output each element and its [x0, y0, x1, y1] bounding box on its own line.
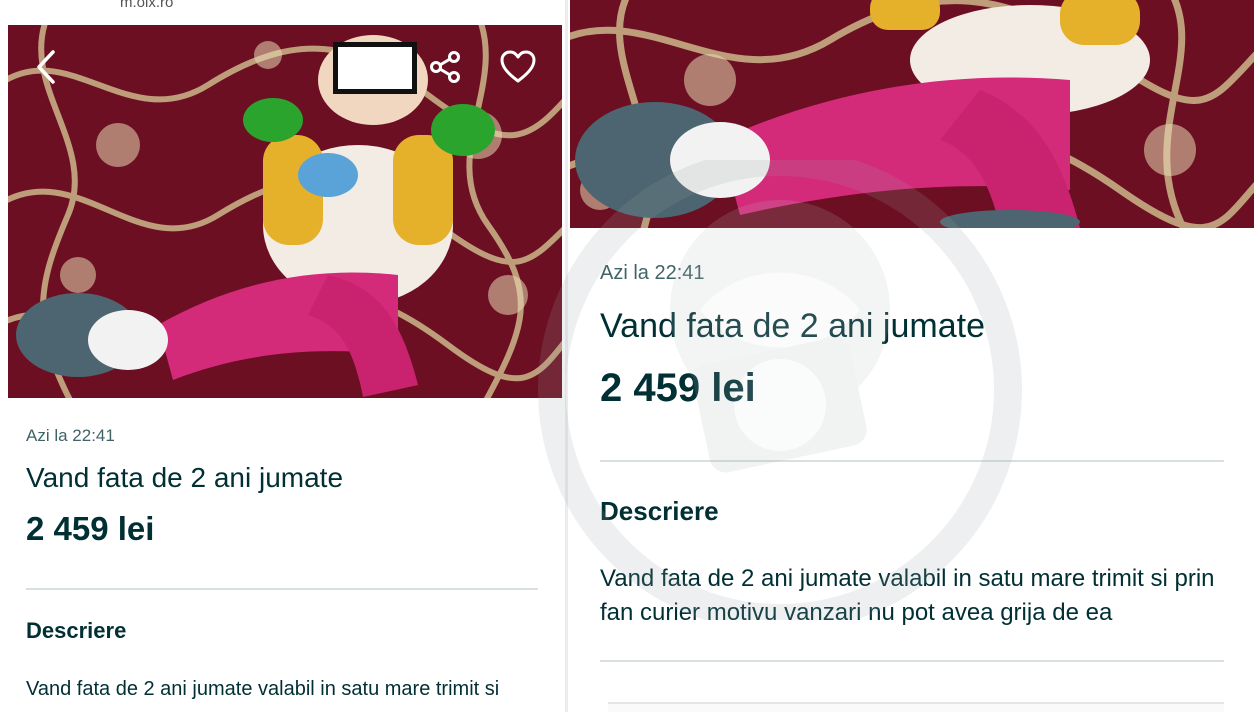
- photo-scene: [8, 25, 562, 398]
- listing-photo[interactable]: [8, 25, 562, 398]
- face-censor-box: [333, 42, 417, 94]
- section-divider: [600, 460, 1224, 462]
- chevron-left-icon: [37, 50, 55, 84]
- favorite-button[interactable]: [498, 47, 538, 87]
- description-heading: Descriere: [26, 618, 127, 643]
- screenshot-right: Azi la 22:41 Vand fata de 2 ani jumate 2…: [568, 0, 1260, 712]
- listing-title: Vand fata de 2 ani jumate: [600, 307, 985, 345]
- back-button[interactable]: [26, 47, 66, 87]
- address-bar-url: m.olx.ro: [120, 0, 174, 11]
- next-section-card: [608, 702, 1224, 712]
- listing-price: 2 459 lei: [600, 366, 756, 410]
- screenshot-left: m.olx.ro Azi la 22:41 Vand fata de 2 ani…: [0, 0, 565, 712]
- description-text: Vand fata de 2 ani jumate valabil in sat…: [26, 678, 500, 700]
- listing-title: Vand fata de 2 ani jumate: [26, 462, 344, 493]
- listing-price: 2 459 lei: [26, 510, 155, 547]
- posted-date: Azi la 22:41: [26, 426, 115, 445]
- heart-icon: [500, 50, 536, 83]
- listing-photo[interactable]: [570, 0, 1254, 228]
- section-divider: [600, 660, 1224, 662]
- description-text: Vand fata de 2 ani jumate valabil in sat…: [600, 565, 1215, 626]
- section-divider: [26, 588, 538, 590]
- posted-date: Azi la 22:41: [600, 262, 705, 284]
- share-icon: [430, 51, 460, 83]
- description-heading: Descriere: [600, 496, 719, 526]
- photo-scene: [570, 0, 1254, 228]
- share-button[interactable]: [425, 47, 465, 87]
